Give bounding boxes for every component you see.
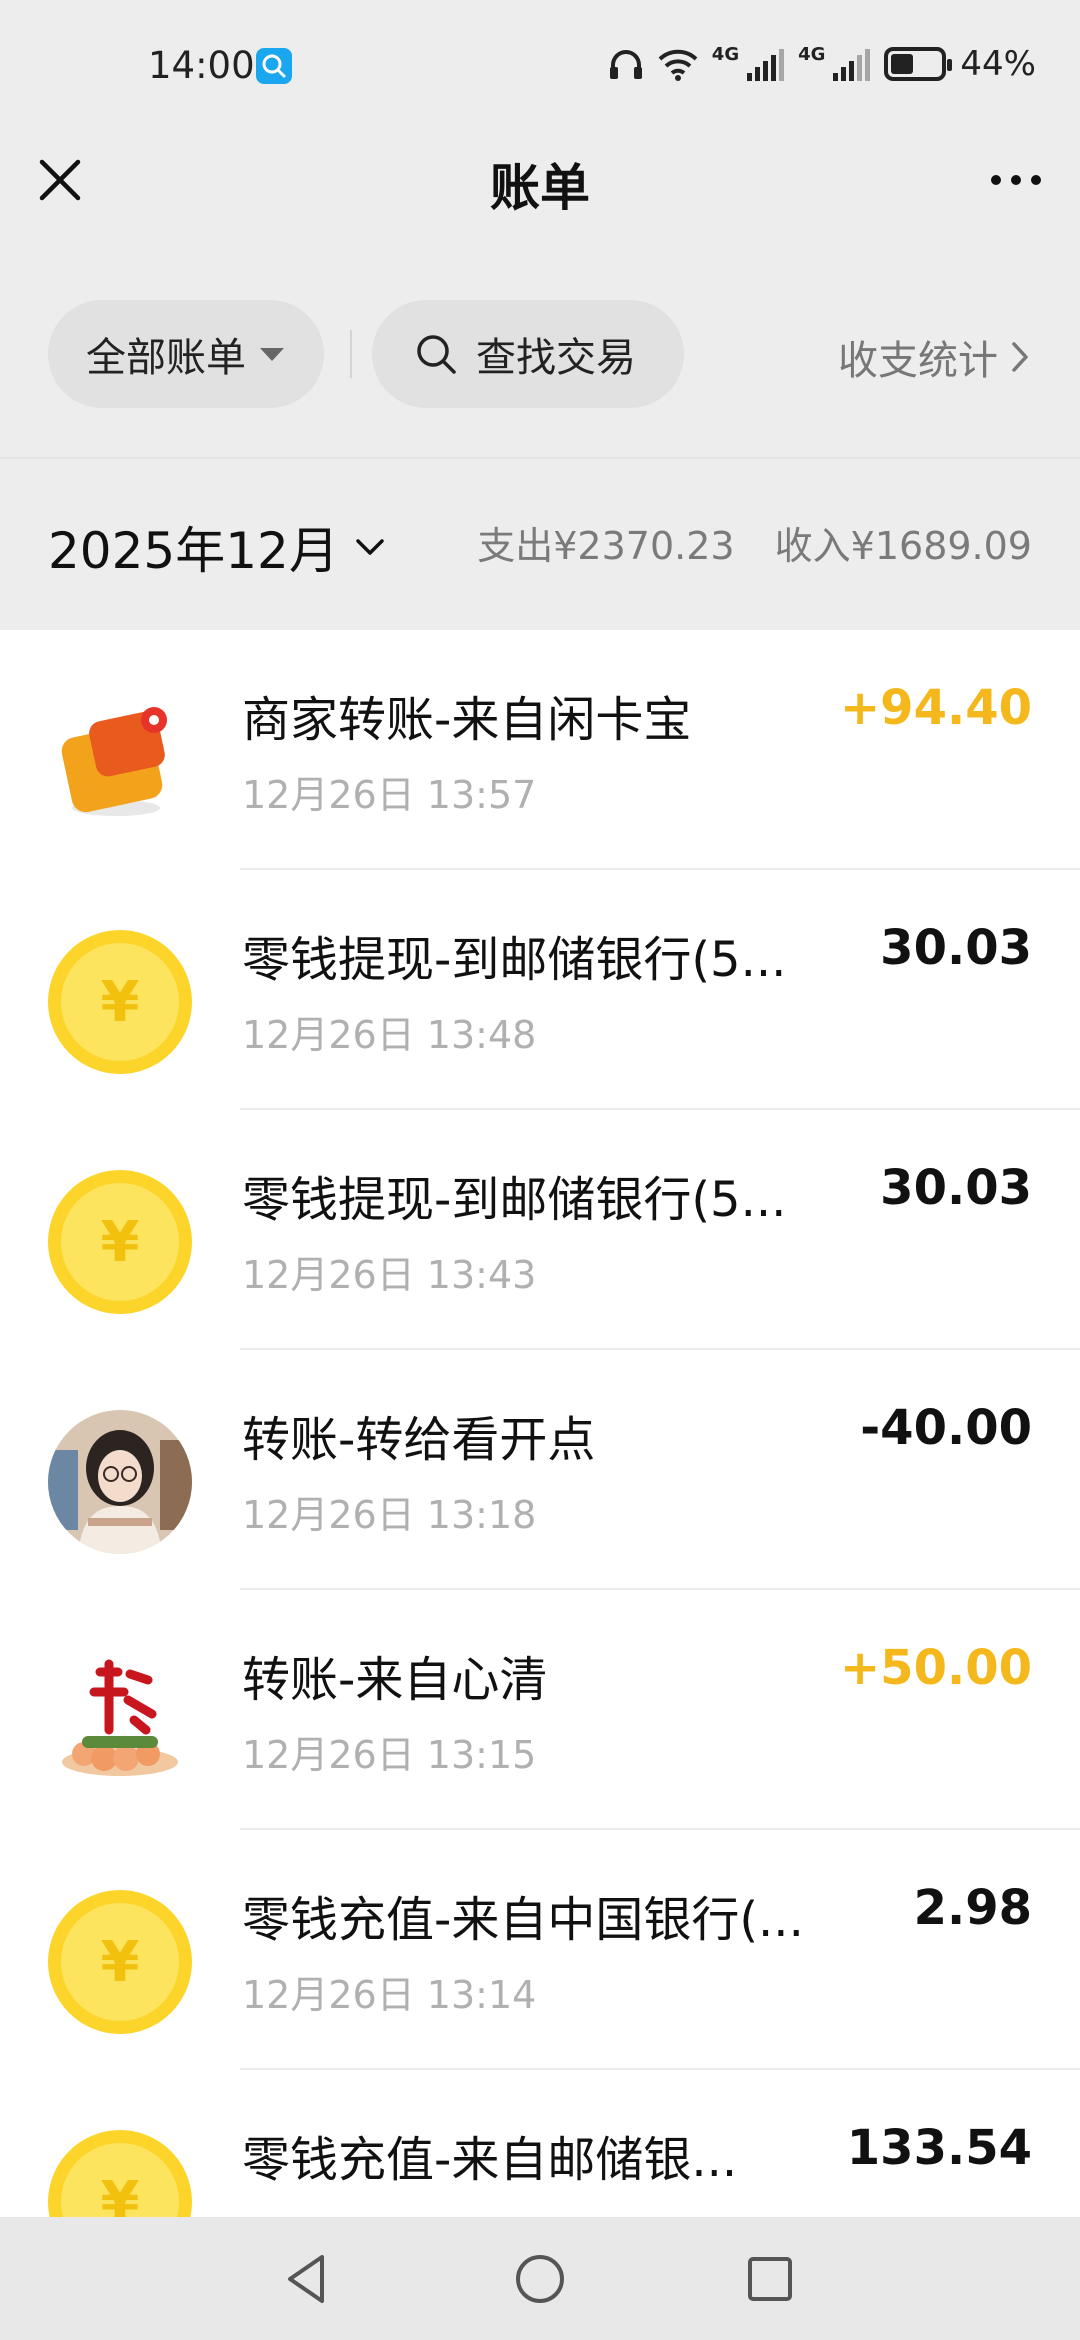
yuan-coin-icon: ¥ (48, 2130, 192, 2217)
transaction-amount: 30.03 (880, 1160, 1032, 1216)
transaction-title: 转账-来自心清 (242, 1652, 548, 1708)
system-navigation-bar (0, 2217, 1080, 2340)
transaction-item[interactable]: ¥ 零钱提现-到邮储银行(5... 12月26日 13:48 30.03 (0, 870, 1080, 1110)
transaction-title: 零钱提现-到邮储银行(5... (242, 1172, 787, 1228)
transaction-title: 零钱充值-来自中国银行(... (242, 1892, 804, 1948)
yuan-coin-icon: ¥ (48, 930, 192, 1074)
transaction-time: 12月26日 13:48 (242, 1013, 537, 1057)
transaction-time: 12月26日 13:15 (242, 1733, 537, 1777)
transaction-amount: 30.03 (880, 920, 1032, 976)
search-app-notification-icon (256, 48, 292, 84)
transaction-item[interactable]: 商家转账-来自闲卡宝 12月26日 13:57 +94.40 (0, 630, 1080, 870)
transaction-list: 商家转账-来自闲卡宝 12月26日 13:57 +94.40 ¥ 零钱提现-到邮… (0, 630, 1080, 2217)
income-total: 收入¥1689.09 (774, 524, 1032, 568)
transaction-item[interactable]: ¥ 零钱充值-来自中国银行(... 12月26日 13:14 2.98 (0, 1830, 1080, 2070)
month-label: 2025年12月 (48, 522, 339, 580)
yuan-coin-icon: ¥ (48, 1170, 192, 1314)
transaction-item[interactable]: ¥ 零钱提现-到邮储银行(5... 12月26日 13:43 30.03 (0, 1110, 1080, 1350)
battery-percentage: 44% (960, 44, 1036, 84)
chevron-right-icon (1012, 342, 1028, 372)
stats-label: 收支统计 (838, 338, 998, 384)
signal-1-icon (747, 47, 785, 81)
transaction-item[interactable]: ¥ 零钱充值-来自邮储银... 12月26日 13:13 133.54 (0, 2070, 1080, 2217)
expense-total: 支出¥2370.23 (477, 524, 735, 568)
transaction-item[interactable]: 转账-来自心清 12月26日 13:15 +50.00 (0, 1590, 1080, 1830)
headphones-icon (609, 50, 642, 79)
wallet-icon (61, 707, 167, 816)
search-transactions-button[interactable]: 查找交易 (372, 300, 684, 408)
transaction-title: 零钱充值-来自邮储银... (242, 2132, 738, 2188)
all-bills-dropdown[interactable]: 全部账单 (48, 300, 324, 408)
wifi-icon (658, 49, 698, 81)
transaction-title: 零钱提现-到邮储银行(5... (242, 932, 787, 988)
transaction-time: 12月26日 13:18 (242, 1493, 537, 1537)
transaction-amount: +50.00 (839, 1640, 1032, 1696)
transaction-amount: -40.00 (860, 1400, 1032, 1456)
signal-2-icon (833, 47, 871, 81)
search-icon (417, 335, 456, 374)
transaction-time: 12月26日 13:43 (242, 1253, 537, 1297)
income-expense-stats-link[interactable]: 收支统计 (838, 328, 1030, 386)
user-avatar (48, 1410, 192, 1554)
network-type-label: 4G (711, 44, 740, 65)
more-options-icon[interactable] (986, 160, 1046, 200)
home-circle-icon[interactable] (508, 2247, 572, 2311)
transaction-time: 12月26日 13:14 (242, 1973, 537, 2017)
transaction-amount: +94.40 (839, 680, 1032, 736)
app-header: 账单 (0, 130, 1080, 240)
month-totals: 支出¥2370.23 收入¥1689.09 (449, 515, 1032, 570)
caret-down-icon (260, 347, 284, 361)
status-bar: 14:00 4G 4G 44% (0, 0, 1080, 130)
search-transactions-label: 查找交易 (476, 335, 636, 381)
month-summary-row: 2025年12月 支出¥2370.23 收入¥1689.09 (0, 459, 1080, 630)
recents-square-icon[interactable] (738, 2247, 802, 2311)
transaction-title: 转账-转给看开点 (242, 1412, 596, 1468)
filter-row: 全部账单 查找交易 收支统计 (0, 300, 1080, 408)
user-avatar (48, 1650, 192, 1794)
month-selector[interactable]: 2025年12月 (48, 511, 385, 583)
all-bills-label: 全部账单 (86, 335, 246, 381)
divider (350, 330, 352, 378)
transaction-title: 商家转账-来自闲卡宝 (242, 692, 692, 748)
status-time: 14:00 (148, 44, 255, 87)
network-type-label-2: 4G (798, 44, 826, 65)
transaction-time: 12月26日 13:13 (242, 2204, 536, 2217)
transaction-item[interactable]: 转账-转给看开点 12月26日 13:18 -40.00 (0, 1350, 1080, 1590)
yuan-coin-icon: ¥ (48, 1890, 192, 2034)
chevron-down-icon (356, 539, 384, 555)
transaction-amount: 2.98 (913, 1880, 1032, 1936)
battery-icon (884, 47, 953, 81)
transaction-amount: 133.54 (846, 2120, 1032, 2176)
back-triangle-icon[interactable] (276, 2247, 340, 2311)
transaction-time: 12月26日 13:57 (242, 773, 537, 817)
status-indicators: 4G 4G 44% (608, 44, 1036, 84)
page-title: 账单 (490, 159, 590, 217)
